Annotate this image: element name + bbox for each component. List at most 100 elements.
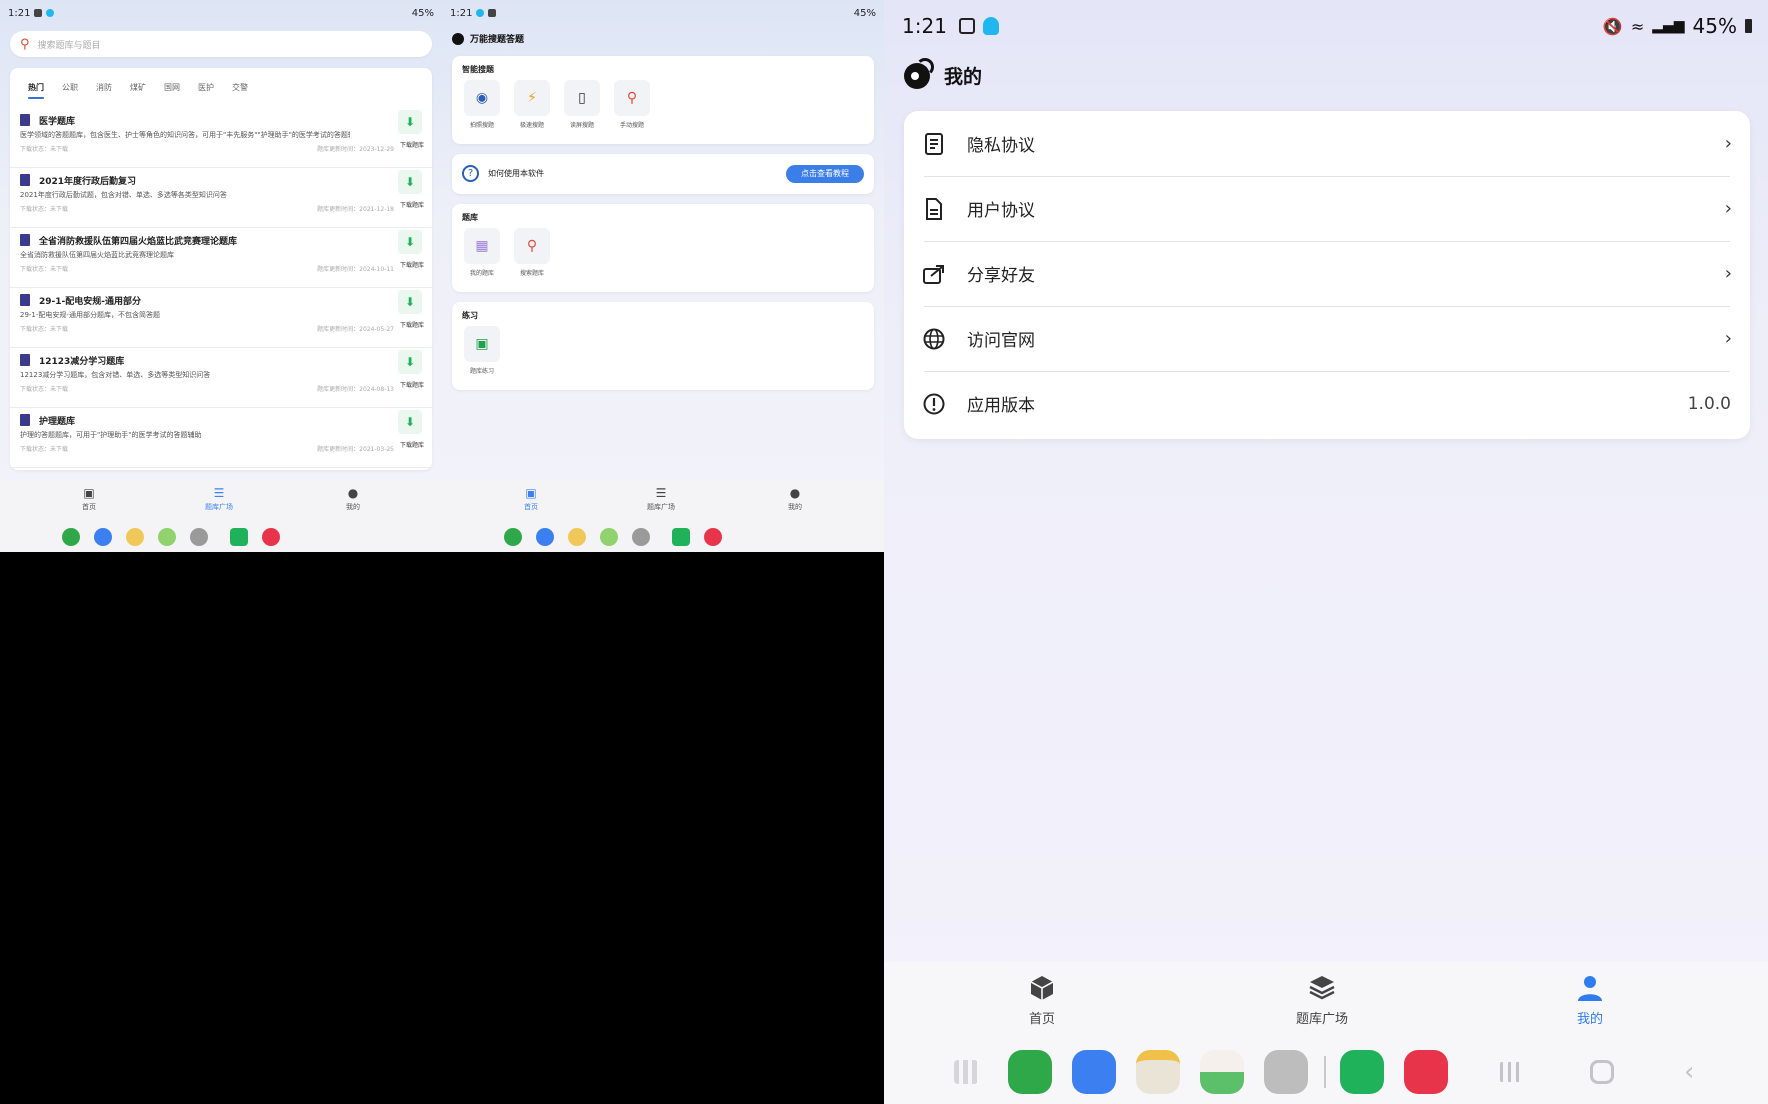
messages-app-icon[interactable]: [536, 528, 554, 546]
download-icon[interactable]: ⬇: [398, 290, 422, 314]
chat-app-icon[interactable]: [230, 528, 248, 546]
store-app-icon[interactable]: [704, 528, 722, 546]
fast-search-tile[interactable]: ⚡ 极速搜题: [512, 80, 552, 129]
tab-civil[interactable]: 公职: [62, 82, 78, 93]
list-item[interactable]: 医学题库 医学领域的答题题库，包含医生、护士等角色的知识问答，可用于"丰先服务"…: [10, 108, 432, 168]
menu-label: 分享好友: [967, 266, 1035, 286]
search-input[interactable]: ⚲ 搜索题库与题目: [10, 31, 432, 57]
store-app-icon[interactable]: [262, 528, 280, 546]
phone-app-icon[interactable]: [1008, 1050, 1052, 1094]
tile-label: 读屏搜题: [569, 122, 594, 129]
download-icon[interactable]: ⬇: [398, 410, 422, 434]
download-label[interactable]: 下载题库: [400, 140, 424, 149]
help-text: 如何使用本软件: [488, 169, 544, 178]
nav-mine[interactable]: ● 我的: [323, 486, 383, 512]
menu-item-website[interactable]: 访问官网 ›: [904, 306, 1750, 371]
tab-medical[interactable]: 医护: [198, 82, 214, 93]
section-title: 练习: [462, 311, 478, 320]
notes-app-icon[interactable]: [568, 528, 586, 546]
download-icon[interactable]: ⬇: [398, 230, 422, 254]
tab-grid[interactable]: 国网: [164, 82, 180, 93]
page-title: 我的: [944, 66, 983, 88]
layers-icon: [1309, 976, 1335, 1000]
bank-desc: 12123减分学习题库，包含对错、单选、多选等类型知识问答: [20, 371, 211, 379]
bank-status: 下载状态：未下载: [20, 266, 69, 273]
menu-item-share[interactable]: 分享好友 ›: [904, 241, 1750, 306]
nav-bank-square[interactable]: ☰ 题库广场: [189, 486, 249, 512]
photo-search-tile[interactable]: ◉ 拍照搜题: [462, 80, 502, 129]
nav-home[interactable]: 首页: [982, 974, 1102, 1027]
tab-hot[interactable]: 热门: [28, 82, 44, 99]
qq-icon: [46, 9, 55, 17]
search-icon: ⚲: [20, 36, 30, 52]
nav-home[interactable]: ▣ 首页: [501, 486, 561, 512]
phone-app-icon[interactable]: [504, 528, 522, 546]
smart-search-card: 智能搜题 ◉ 拍照搜题 ⚡ 极速搜题 ▯ 读屏搜题 ⚲ 手动搜题: [452, 56, 874, 144]
menu-item-user-agreement[interactable]: 用户协议 ›: [904, 176, 1750, 241]
phone-app-icon[interactable]: [62, 528, 80, 546]
menu-item-version[interactable]: 应用版本 1.0.0: [904, 371, 1750, 436]
tutorial-button[interactable]: 点击查看教程: [786, 165, 864, 183]
status-battery: 45%: [1692, 14, 1737, 38]
book-icon: [20, 414, 30, 426]
tile-label: 极速搜题: [519, 122, 544, 129]
tab-traffic[interactable]: 交警: [232, 82, 248, 93]
download-label[interactable]: 下载题库: [400, 380, 424, 389]
download-label[interactable]: 下载题库: [400, 320, 424, 329]
nav-label: 首页: [82, 503, 96, 511]
home-button-icon[interactable]: [1590, 1060, 1614, 1084]
messages-app-icon[interactable]: [1072, 1050, 1116, 1094]
battery-icon: [1745, 19, 1752, 33]
home-screen: 1:21 45% 万能搜题答题 智能搜题 ◉ 拍照搜题 ⚡ 极速搜题 ▯ 读屏搜题 ⚲…: [442, 0, 884, 552]
messages-app-icon[interactable]: [94, 528, 112, 546]
info-icon: [922, 392, 946, 416]
gallery-app-icon[interactable]: [1200, 1050, 1244, 1094]
list-item[interactable]: 护理题库 护理的答题题库，可用于"护理助手"的医学考试的答题辅助 下载状态：未下…: [10, 408, 432, 468]
bank-updated: 题库更新时间：2024-08-13: [317, 386, 394, 393]
list-item[interactable]: 29-1-配电安规-通用部分 29-1-配电安规-通用部分题库，不包含简答题 下…: [10, 288, 432, 348]
download-icon[interactable]: ⬇: [398, 110, 422, 134]
tab-coal[interactable]: 煤矿: [130, 82, 146, 93]
bank-practice-tile[interactable]: ▣ 题库练习: [462, 326, 502, 375]
download-label[interactable]: 下载题库: [400, 260, 424, 269]
recent-apps-icon[interactable]: [1500, 1062, 1522, 1082]
gallery-app-icon[interactable]: [158, 528, 176, 546]
notes-app-icon[interactable]: [126, 528, 144, 546]
nav-bank-square[interactable]: ☰ 题库广场: [631, 486, 691, 512]
nav-mine[interactable]: 我的: [1530, 974, 1650, 1027]
list-item[interactable]: 12123减分学习题库 12123减分学习题库，包含对错、单选、多选等类型知识问…: [10, 348, 432, 408]
app-drawer-icon[interactable]: [954, 1060, 978, 1084]
download-label[interactable]: 下载题库: [400, 200, 424, 209]
cube-icon: [1030, 976, 1054, 1000]
chat-app-icon[interactable]: [1340, 1050, 1384, 1094]
screen-search-tile[interactable]: ▯ 读屏搜题: [562, 80, 602, 129]
list-item[interactable]: 全省消防救援队伍第四届火焰蓝比武竞赛理论题库 全省消防救援队伍第四届火焰蓝比武竞…: [10, 228, 432, 288]
nav-home[interactable]: ▣ 首页: [59, 486, 119, 512]
bank-status: 下载状态：未下载: [20, 446, 69, 453]
nav-mine[interactable]: ● 我的: [765, 486, 825, 512]
camera-app-icon[interactable]: [632, 528, 650, 546]
layers-icon: ☰: [655, 486, 667, 500]
camera-app-icon[interactable]: [190, 528, 208, 546]
store-app-icon[interactable]: [1404, 1050, 1448, 1094]
nav-bank-square[interactable]: 题库广场: [1262, 974, 1382, 1027]
dock-divider: [1324, 1056, 1326, 1088]
list-item[interactable]: 2021年度行政后勤复习 2021年度行政后勤试题，包含对错、单选、多选等各类型…: [10, 168, 432, 228]
my-bank-tile[interactable]: ▦ 我的题库: [462, 228, 502, 277]
manual-search-tile[interactable]: ⚲ 手动搜题: [612, 80, 652, 129]
tab-fire[interactable]: 消防: [96, 82, 112, 93]
camera-app-icon[interactable]: [1264, 1050, 1308, 1094]
download-label[interactable]: 下载题库: [400, 440, 424, 449]
notes-app-icon[interactable]: [1136, 1050, 1180, 1094]
bank-title: 29-1-配电安规-通用部分: [39, 297, 141, 307]
chat-app-icon[interactable]: [672, 528, 690, 546]
menu-item-privacy[interactable]: 隐私协议 ›: [904, 111, 1750, 176]
back-button-icon[interactable]: ‹: [1684, 1059, 1694, 1085]
lightning-icon: ⚡: [514, 80, 550, 116]
bank-status: 下载状态：未下载: [20, 326, 69, 333]
download-icon[interactable]: ⬇: [398, 170, 422, 194]
download-icon[interactable]: ⬇: [398, 350, 422, 374]
gallery-app-icon[interactable]: [600, 528, 618, 546]
status-bar: 1:21 45%: [450, 6, 876, 20]
search-bank-tile[interactable]: ⚲ 搜索题库: [512, 228, 552, 277]
